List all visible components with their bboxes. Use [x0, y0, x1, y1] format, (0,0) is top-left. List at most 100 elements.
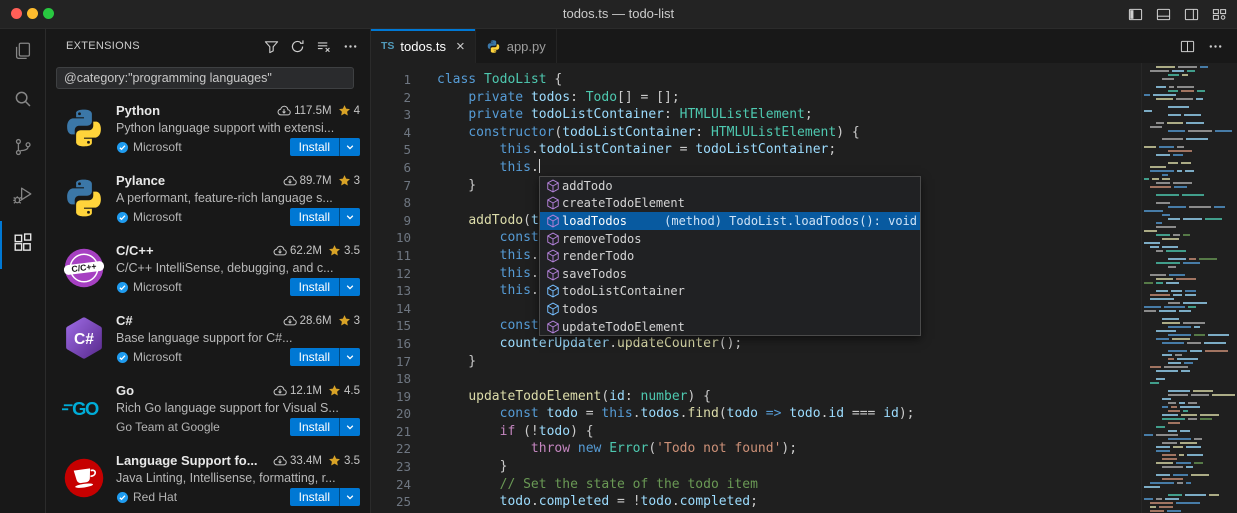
- download-count: 33.4M: [290, 455, 322, 467]
- toggle-secondary-sidebar-icon[interactable]: [1184, 7, 1199, 22]
- download-count: 89.7M: [300, 175, 332, 187]
- suggest-item-saveTodos[interactable]: saveTodos: [540, 265, 920, 283]
- csharp-logo: C#: [62, 316, 106, 360]
- code-line: 16 counterUpdater.updateCounter();: [371, 335, 1141, 353]
- verified-publisher-icon: [116, 141, 129, 154]
- suggest-item-todos[interactable]: todos: [540, 300, 920, 318]
- line-number: 7: [371, 177, 411, 195]
- suggest-item-addTodo[interactable]: addTodo: [540, 177, 920, 195]
- text-cursor: [539, 159, 541, 173]
- install-dropdown-button[interactable]: [339, 138, 360, 156]
- suggest-item-renderTodo[interactable]: renderTodo: [540, 247, 920, 265]
- rating-value: 4.5: [344, 385, 360, 397]
- line-number: 19: [371, 388, 411, 406]
- debug-icon: [12, 184, 34, 211]
- extension-name: C/C++: [116, 243, 154, 258]
- suggest-item-updateTodoElement[interactable]: updateTodoElement: [540, 318, 920, 336]
- install-button[interactable]: Install: [290, 488, 339, 506]
- activity-bar-item-run-and-debug[interactable]: [0, 173, 45, 221]
- customize-layout-icon[interactable]: [1212, 7, 1227, 22]
- suggest-detail: (method) TodoList.loadTodos(): void: [648, 214, 917, 228]
- downloads-icon: [273, 245, 287, 257]
- line-number: 14: [371, 300, 411, 318]
- extension-list-item[interactable]: Language Support fo...33.4M3.5Java Linti…: [46, 447, 370, 513]
- sidebar-header: EXTENSIONS: [46, 29, 370, 63]
- install-button[interactable]: Install: [290, 348, 339, 366]
- line-number: 15: [371, 317, 411, 335]
- install-button[interactable]: Install: [290, 418, 339, 436]
- refresh-icon[interactable]: [290, 39, 305, 54]
- code-editor[interactable]: 1class TodoList {2 private todos: Todo[]…: [371, 63, 1237, 513]
- suggest-item-removeTodos[interactable]: removeTodos: [540, 230, 920, 248]
- suggest-item-todoListContainer[interactable]: todoListContainer: [540, 283, 920, 301]
- line-number: 1: [371, 71, 411, 89]
- extension-list-item[interactable]: GOGo12.1M4.5Rich Go language support for…: [46, 377, 370, 447]
- line-number: 16: [371, 335, 411, 353]
- code-line: 21 if (!todo) {: [371, 423, 1141, 441]
- maximize-window-button[interactable]: [43, 8, 54, 19]
- extension-list-item[interactable]: C/C++C/C++62.2M3.5C/C++ IntelliSense, de…: [46, 237, 370, 307]
- install-button[interactable]: Install: [290, 138, 339, 156]
- install-button[interactable]: Install: [290, 278, 339, 296]
- split-editor-icon[interactable]: [1180, 39, 1195, 54]
- install-dropdown-button[interactable]: [339, 418, 360, 436]
- tab-bar: TStodos.ts×app.py: [371, 29, 1237, 63]
- symbol-method-icon: [543, 179, 562, 193]
- minimap[interactable]: [1141, 63, 1237, 513]
- extensions-icon: [12, 232, 34, 259]
- install-dropdown-button[interactable]: [339, 348, 360, 366]
- code-line: 23 }: [371, 458, 1141, 476]
- symbol-method-icon: [543, 320, 562, 334]
- line-number: 24: [371, 476, 411, 494]
- activity-bar-item-search[interactable]: [0, 77, 45, 125]
- more-actions-icon[interactable]: [343, 39, 358, 54]
- python-logo: [62, 176, 106, 220]
- close-tab-icon[interactable]: ×: [456, 39, 465, 54]
- verified-publisher-icon: [116, 281, 129, 294]
- suggest-label: createTodoElement: [562, 196, 685, 210]
- suggest-item-loadTodos[interactable]: loadTodos(method) TodoList.loadTodos(): …: [540, 212, 920, 230]
- rating-star-icon: [328, 244, 341, 257]
- line-number: 5: [371, 141, 411, 159]
- extension-list-item[interactable]: C#C#28.6M3Base language support for C#..…: [46, 307, 370, 377]
- clear-search-results-icon[interactable]: [316, 39, 332, 54]
- install-button[interactable]: Install: [290, 208, 339, 226]
- close-window-button[interactable]: [11, 8, 22, 19]
- extension-description: Python language support with extensi...: [116, 121, 360, 135]
- code-line: 3 private todoListContainer: HTMLUListEl…: [371, 106, 1141, 124]
- filter-icon[interactable]: [264, 39, 279, 54]
- toggle-primary-sidebar-icon[interactable]: [1128, 7, 1143, 22]
- tab-app.py[interactable]: app.py: [476, 29, 557, 63]
- activity-bar-item-extensions[interactable]: [0, 221, 45, 269]
- more-actions-icon[interactable]: [1208, 39, 1223, 54]
- toggle-panel-icon[interactable]: [1156, 7, 1171, 22]
- downloads-icon: [273, 385, 287, 397]
- extension-list-item[interactable]: Python117.5M4Python language support wit…: [46, 97, 370, 167]
- code-line: 4 constructor(todoListContainer: HTMLULi…: [371, 124, 1141, 142]
- suggest-item-createTodoElement[interactable]: createTodoElement: [540, 195, 920, 213]
- activity-bar-item-explorer[interactable]: [0, 29, 45, 77]
- extensions-search-input[interactable]: [56, 67, 354, 89]
- verified-publisher-icon: [116, 351, 129, 364]
- extension-list-item[interactable]: Pylance89.7M3A performant, feature-rich …: [46, 167, 370, 237]
- install-dropdown-button[interactable]: [339, 488, 360, 506]
- titlebar: todos.ts — todo-list: [0, 0, 1237, 29]
- rating-value: 4: [354, 105, 360, 117]
- line-number: 21: [371, 423, 411, 441]
- publisher-name: Red Hat: [133, 490, 177, 504]
- tab-todos.ts[interactable]: TStodos.ts×: [371, 29, 476, 63]
- download-count: 62.2M: [290, 245, 322, 257]
- minimize-window-button[interactable]: [27, 8, 38, 19]
- extensions-sidebar: EXTENSIONS Python117.5M4Python language …: [46, 29, 371, 513]
- code-line: 24 // Set the state of the todo item: [371, 476, 1141, 494]
- line-number: 2: [371, 89, 411, 107]
- activity-bar-item-source-control[interactable]: [0, 125, 45, 173]
- install-dropdown-button[interactable]: [339, 278, 360, 296]
- svg-text:C#: C#: [74, 331, 94, 348]
- rating-star-icon: [338, 314, 351, 327]
- vscode-window: todos.ts — todo-list EXTENSIONS Python11…: [0, 0, 1237, 513]
- go-logo: GO: [62, 386, 106, 430]
- install-dropdown-button[interactable]: [339, 208, 360, 226]
- suggest-label: todoListContainer: [562, 284, 685, 298]
- source-control-icon: [12, 136, 34, 163]
